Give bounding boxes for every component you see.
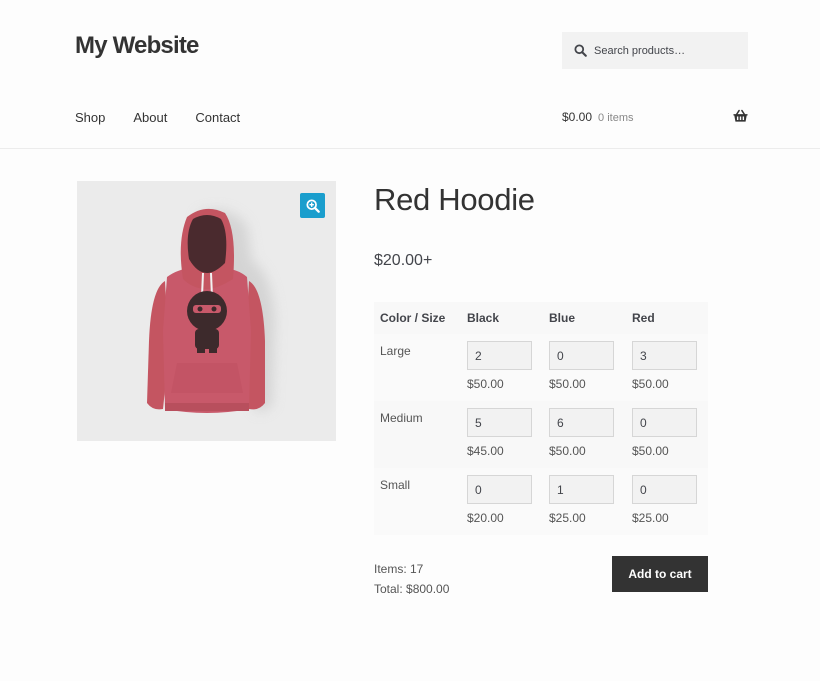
items-count: Items: 17 bbox=[374, 562, 424, 576]
quantity-input-small-black[interactable] bbox=[467, 475, 532, 504]
order-summary: Items: 17 Total: $800.00 bbox=[374, 559, 449, 599]
quantity-input-medium-red[interactable] bbox=[632, 408, 697, 437]
search-input[interactable] bbox=[594, 44, 734, 57]
header-divider bbox=[0, 148, 820, 149]
quantity-input-small-blue[interactable] bbox=[549, 475, 614, 504]
grid-row-large: Large $50.00 $50.00 $50.00 bbox=[374, 334, 708, 401]
product-price: $20.00+ bbox=[374, 252, 433, 269]
grid-row-medium: Medium $45.00 $50.00 $50.00 bbox=[374, 401, 708, 468]
product-search[interactable] bbox=[562, 32, 748, 69]
nav-item-about[interactable]: About bbox=[133, 110, 167, 125]
column-header-red: Red bbox=[632, 302, 708, 334]
row-label: Medium bbox=[380, 411, 423, 425]
unit-price: $50.00 bbox=[632, 377, 669, 391]
zoom-in-icon bbox=[305, 198, 320, 213]
add-to-cart-button[interactable]: Add to cart bbox=[612, 556, 708, 592]
unit-price: $20.00 bbox=[467, 511, 504, 525]
column-header-black: Black bbox=[467, 302, 549, 334]
unit-price: $45.00 bbox=[467, 444, 504, 458]
basket-icon[interactable] bbox=[733, 109, 748, 123]
product-title: Red Hoodie bbox=[374, 182, 535, 217]
quantity-input-medium-blue[interactable] bbox=[549, 408, 614, 437]
unit-price: $50.00 bbox=[632, 444, 669, 458]
quantity-input-large-blue[interactable] bbox=[549, 341, 614, 370]
unit-price: $50.00 bbox=[549, 377, 586, 391]
quantity-input-large-red[interactable] bbox=[632, 341, 697, 370]
row-label: Small bbox=[380, 478, 411, 492]
quantity-input-large-black[interactable] bbox=[467, 341, 532, 370]
grid-row-small: Small $20.00 $25.00 $25.00 bbox=[374, 468, 708, 535]
grid-corner-header: Color / Size bbox=[374, 302, 467, 334]
search-icon bbox=[574, 44, 587, 57]
unit-price: $50.00 bbox=[467, 377, 504, 391]
unit-price: $50.00 bbox=[549, 444, 586, 458]
unit-price: $25.00 bbox=[632, 511, 669, 525]
cart-total: $0.00 bbox=[562, 110, 593, 124]
row-label: Large bbox=[380, 344, 411, 358]
column-header-blue: Blue bbox=[549, 302, 632, 334]
quantity-input-medium-black[interactable] bbox=[467, 408, 532, 437]
grid-header-row: Color / Size Black Blue Red bbox=[374, 302, 708, 334]
product-image[interactable] bbox=[77, 181, 336, 441]
order-total: Total: $800.00 bbox=[374, 582, 450, 596]
nav-item-shop[interactable]: Shop bbox=[75, 110, 105, 125]
cart-item-count: 0 items bbox=[598, 112, 634, 124]
variation-grid: Color / Size Black Blue Red Large $50.00… bbox=[374, 302, 708, 535]
image-zoom-button[interactable] bbox=[300, 193, 325, 218]
site-title[interactable]: My Website bbox=[75, 32, 199, 60]
unit-price: $25.00 bbox=[549, 511, 586, 525]
quantity-input-small-red[interactable] bbox=[632, 475, 697, 504]
header-cart-link[interactable]: $0.00 0 items bbox=[562, 110, 634, 124]
nav-item-contact[interactable]: Contact bbox=[195, 110, 240, 125]
primary-navigation: Shop About Contact bbox=[75, 110, 268, 125]
hoodie-image bbox=[147, 208, 275, 413]
